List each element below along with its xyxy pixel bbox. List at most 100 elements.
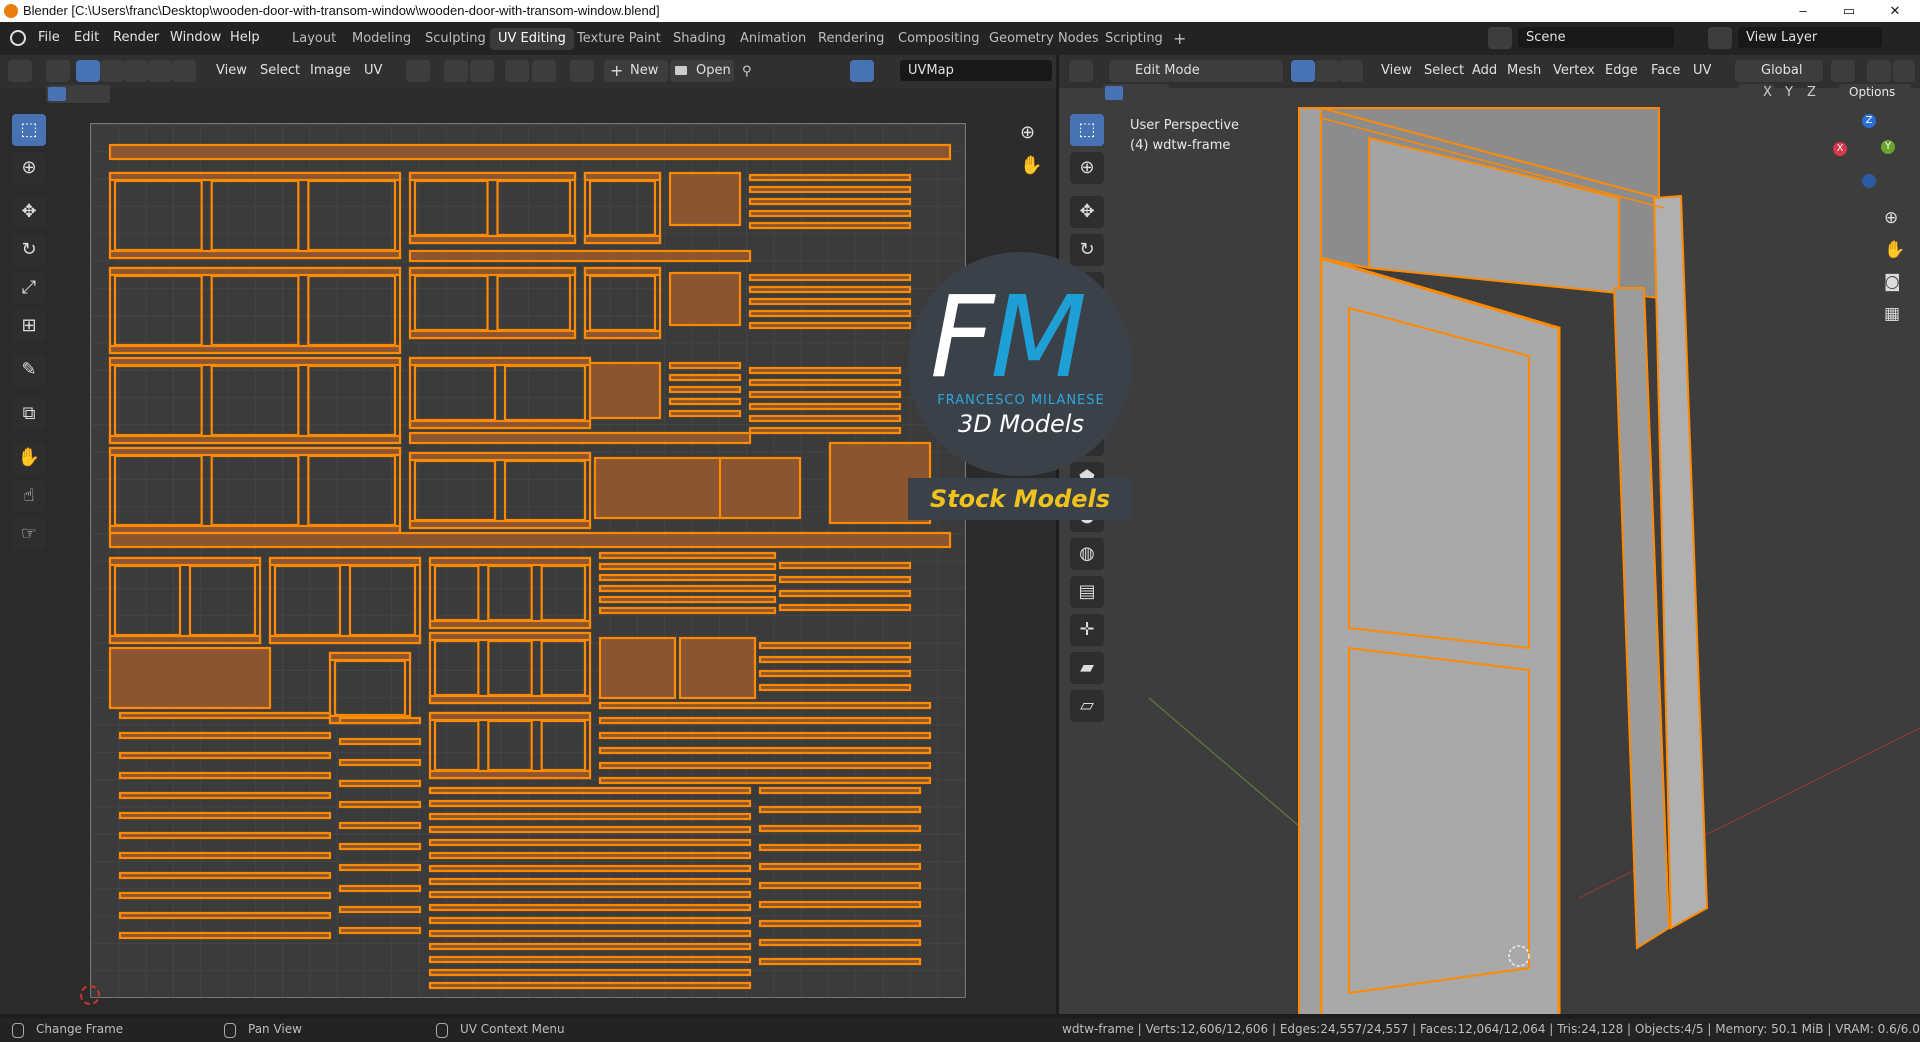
shrink-fatten-icon[interactable]: ✛ (1070, 614, 1104, 646)
view-layer-field[interactable]: View Layer (1738, 27, 1882, 48)
uv-island[interactable] (428, 619, 592, 630)
uv-island[interactable] (433, 564, 480, 622)
tab-geometry-nodes[interactable]: Geometry Nodes (981, 28, 1107, 50)
uv-island[interactable] (598, 562, 777, 571)
uv-island[interactable] (588, 361, 662, 420)
uv-island[interactable] (583, 171, 662, 182)
uv-island[interactable] (678, 636, 757, 700)
uv-island[interactable] (718, 456, 802, 520)
vertex-mode-icon[interactable] (1291, 60, 1315, 82)
sync-selection-icon[interactable] (46, 60, 70, 82)
uv-island[interactable] (748, 378, 902, 387)
uv-island[interactable] (758, 862, 922, 871)
annotate-icon[interactable]: ✎ (12, 354, 46, 386)
gizmo-x-axis[interactable]: X (1833, 142, 1847, 156)
edge-slide-icon[interactable]: ▤ (1070, 576, 1104, 608)
uv-island[interactable] (428, 799, 752, 808)
uv-island[interactable] (273, 564, 342, 637)
uv-island[interactable] (758, 669, 912, 678)
uv-island[interactable] (118, 791, 332, 800)
uv-island[interactable] (583, 329, 662, 340)
uv-island[interactable] (748, 414, 902, 423)
navigation-gizmo[interactable]: Z Y X (1829, 114, 1909, 194)
grab-icon[interactable]: ✋ (12, 442, 46, 474)
image-browse-icon[interactable] (570, 60, 594, 82)
add-workspace-button[interactable]: + (1165, 28, 1194, 50)
uv-island[interactable] (108, 634, 262, 645)
vp-menu-uv[interactable]: UV (1693, 60, 1711, 82)
vp-menu-mesh[interactable]: Mesh (1507, 60, 1541, 82)
uv-island[interactable] (748, 402, 902, 411)
uv-island[interactable] (748, 173, 912, 182)
uv-island[interactable] (487, 564, 533, 622)
uv-island[interactable] (108, 646, 272, 710)
uv-island[interactable] (338, 758, 422, 767)
pan-hand-icon[interactable]: ✋ (1884, 240, 1905, 260)
uv-island[interactable] (598, 573, 777, 582)
uv-island[interactable] (338, 863, 422, 872)
uv-island[interactable] (118, 871, 332, 880)
uv-island[interactable] (428, 556, 592, 630)
uv-island[interactable] (748, 197, 912, 206)
uv-island[interactable] (338, 905, 422, 914)
uv-island[interactable] (413, 179, 489, 237)
uv-island[interactable] (428, 968, 752, 977)
uv-island[interactable] (433, 639, 480, 697)
uv-island[interactable] (668, 409, 742, 418)
uv-island[interactable] (540, 639, 587, 697)
view-layer-icon[interactable] (1708, 27, 1732, 49)
uv-island[interactable] (748, 273, 912, 282)
uv-island[interactable] (118, 831, 332, 840)
vp-menu-add[interactable]: Add (1472, 60, 1497, 82)
gizmo-neg-z[interactable] (1862, 174, 1876, 188)
falloff-icon[interactable] (532, 60, 556, 82)
uv-island[interactable] (748, 321, 912, 330)
uv-island[interactable] (758, 805, 922, 814)
door-mesh-view[interactable] (1059, 88, 1920, 1014)
select-box-icon[interactable]: ⬚ (1070, 114, 1104, 146)
uv-island[interactable] (268, 634, 422, 645)
uv-island[interactable] (428, 711, 592, 780)
uv-island[interactable] (118, 751, 332, 760)
uv-island[interactable] (428, 838, 752, 847)
uv-island[interactable] (338, 821, 422, 830)
uv-island[interactable] (428, 929, 752, 938)
uv-island[interactable] (118, 891, 332, 900)
uv-island[interactable] (108, 171, 402, 182)
uv-island[interactable] (408, 451, 592, 462)
uv-island[interactable] (748, 366, 902, 375)
tab-texture-paint[interactable]: Texture Paint (569, 28, 669, 50)
transform-orientation-dropdown[interactable]: Global (1735, 60, 1823, 82)
overlays-icon[interactable] (850, 60, 874, 82)
island-select-icon[interactable] (148, 60, 172, 82)
close-button[interactable]: ✕ (1872, 0, 1918, 22)
uv-island[interactable] (428, 864, 752, 873)
uv-island[interactable] (118, 851, 332, 860)
uv-island[interactable] (593, 456, 727, 520)
uv-island[interactable] (118, 711, 332, 720)
tab-layout[interactable]: Layout (284, 28, 344, 50)
blender-menu-icon[interactable] (10, 30, 26, 46)
uv-island[interactable] (598, 595, 777, 604)
edge-mode-icon[interactable] (1315, 60, 1339, 82)
uv-island[interactable] (108, 556, 262, 567)
uv-island[interactable] (487, 639, 533, 697)
select-box-icon[interactable]: ⬚ (12, 114, 46, 146)
uv-island[interactable] (748, 285, 912, 294)
uv-island[interactable] (428, 916, 752, 925)
uv-island[interactable] (428, 825, 752, 834)
uv-island[interactable] (583, 266, 662, 277)
uv-island[interactable] (748, 309, 912, 318)
uv-island[interactable] (108, 556, 262, 645)
options-dropdown[interactable]: Options (1839, 84, 1911, 102)
transform-icon[interactable]: ⊞ (12, 310, 46, 342)
uv-island[interactable] (758, 641, 912, 650)
uv-island[interactable] (408, 266, 577, 277)
uv-island[interactable] (540, 719, 587, 772)
uv-island[interactable] (118, 731, 332, 740)
uv-island[interactable] (108, 344, 402, 355)
uvmap-field[interactable]: UVMap (900, 60, 1052, 81)
relax-icon[interactable]: ☝ (12, 480, 46, 512)
vp-menu-select[interactable]: Select (1424, 60, 1464, 82)
uv-island[interactable] (668, 373, 742, 382)
